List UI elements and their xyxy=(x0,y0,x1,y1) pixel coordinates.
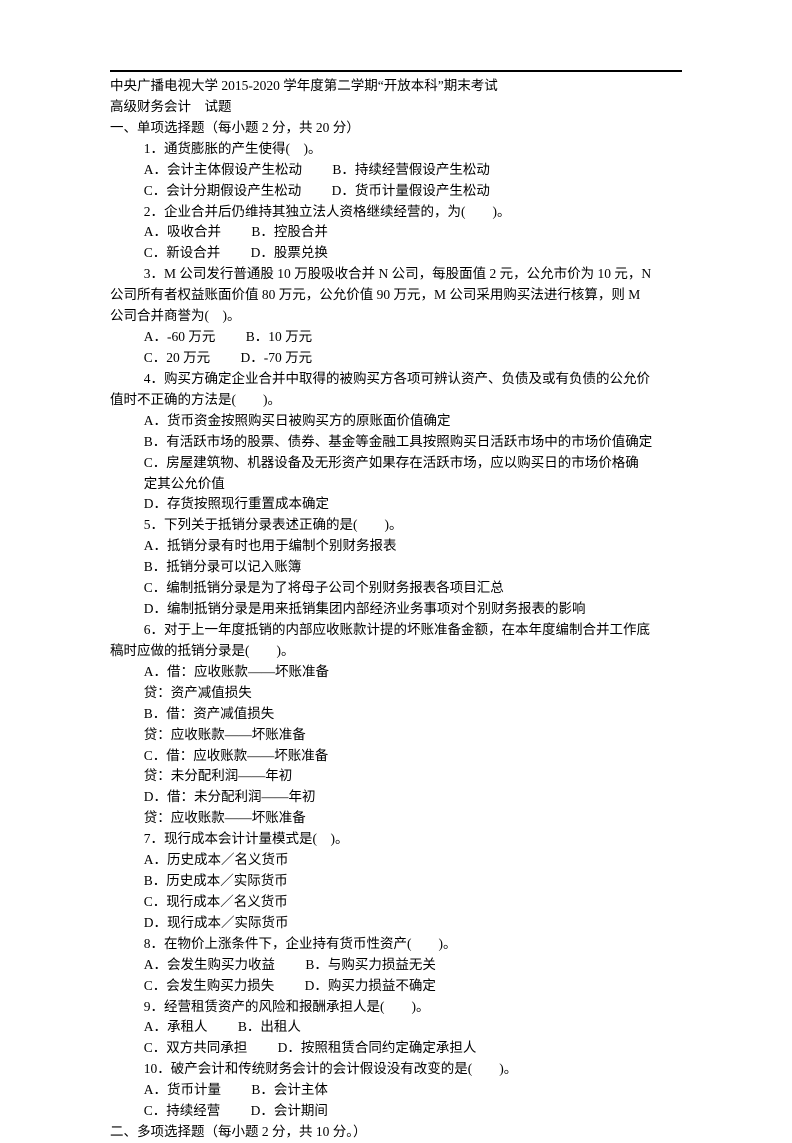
q8-option-d: D．购买力损益不确定 xyxy=(305,976,436,997)
q5-option-c: C．编制抵销分录是为了将母子公司个别财务报表各项目汇总 xyxy=(110,578,682,599)
q3-line3: 公司合并商誉为( )。 xyxy=(110,306,682,327)
q10-option-d: D．会计期间 xyxy=(251,1101,328,1122)
q5-option-a: A．抵销分录有时也用于编制个别财务报表 xyxy=(110,536,682,557)
q1-stem: 1．通货膨胀的产生使得( )。 xyxy=(110,139,682,160)
q6-option-c-line2: 贷：未分配利润——年初 xyxy=(110,766,682,787)
q3-option-a: A．-60 万元 xyxy=(144,327,216,348)
q10-options-row2: C．持续经营 D．会计期间 xyxy=(110,1101,682,1122)
q6-line2: 稿时应做的抵销分录是( )。 xyxy=(110,641,682,662)
q7-option-c: C．现行成本／名义货币 xyxy=(110,892,682,913)
q2-options-row1: A．吸收合并 B．控股合并 xyxy=(110,222,682,243)
q9-stem: 9．经营租赁资产的风险和报酬承担人是( )。 xyxy=(110,997,682,1018)
q2-option-b: B．控股合并 xyxy=(251,222,328,243)
q4-option-a: A．货币资金按照购买日被购买方的原账面价值确定 xyxy=(110,411,682,432)
q6-option-c-line1: C．借：应收账款——坏账准备 xyxy=(110,746,682,767)
q1-option-b: B．持续经营假设产生松动 xyxy=(332,160,490,181)
q3-option-b: B．10 万元 xyxy=(246,327,312,348)
q3-line2: 公司所有者权益账面价值 80 万元，公允价值 90 万元，M 公司采用购买法进行… xyxy=(110,285,682,306)
q9-option-b: B．出租人 xyxy=(238,1017,301,1038)
q2-option-c: C．新设合并 xyxy=(144,243,221,264)
q1-options-row1: A．会计主体假设产生松动 B．持续经营假设产生松动 xyxy=(110,160,682,181)
q8-option-a: A．会发生购买力收益 xyxy=(144,955,275,976)
top-rule xyxy=(110,70,682,72)
exam-header-line1: 中央广播电视大学 2015-2020 学年度第二学期“开放本科”期末考试 xyxy=(110,76,682,97)
q9-option-a: A．承租人 xyxy=(144,1017,208,1038)
q8-option-c: C．会发生购买力损失 xyxy=(144,976,275,997)
section-2-title: 二、多项选择题（每小题 2 分，共 10 分。） xyxy=(110,1122,682,1143)
q6-option-a-line1: A．借：应收账款——坏账准备 xyxy=(110,662,682,683)
q4-option-c-line2: 定其公允价值 xyxy=(110,474,682,495)
q6-option-d-line2: 贷：应收账款——坏账准备 xyxy=(110,808,682,829)
q5-option-b: B．抵销分录可以记入账簿 xyxy=(110,557,682,578)
q2-option-a: A．吸收合并 xyxy=(144,222,221,243)
q1-option-a: A．会计主体假设产生松动 xyxy=(144,160,302,181)
q9-option-c: C．双方共同承担 xyxy=(144,1038,248,1059)
q10-option-a: A．货币计量 xyxy=(144,1080,221,1101)
section-1-title: 一、单项选择题（每小题 2 分，共 20 分） xyxy=(110,118,682,139)
q3-options-row1: A．-60 万元 B．10 万元 xyxy=(110,327,682,348)
q6-option-d-line1: D．借：未分配利润——年初 xyxy=(110,787,682,808)
q4-line1: 4．购买方确定企业合并中取得的被购买方各项可辨认资产、负债及或有负债的公允价 xyxy=(110,369,682,390)
q3-line1: 3．M 公司发行普通股 10 万股吸收合并 N 公司，每股面值 2 元，公允市价… xyxy=(110,264,682,285)
q9-options-row1: A．承租人 B．出租人 xyxy=(110,1017,682,1038)
q9-option-d: D．按照租赁合同约定确定承担人 xyxy=(278,1038,477,1059)
q1-options-row2: C．会计分期假设产生松动 D．货币计量假设产生松动 xyxy=(110,181,682,202)
q6-line1: 6．对于上一年度抵销的内部应收账款计提的坏账准备金额，在本年度编制合并工作底 xyxy=(110,620,682,641)
q7-stem: 7．现行成本会计计量模式是( )。 xyxy=(110,829,682,850)
q3-option-c: C．20 万元 xyxy=(144,348,210,369)
q6-option-a-line2: 贷：资产减值损失 xyxy=(110,683,682,704)
q7-option-d: D．现行成本／实际货币 xyxy=(110,913,682,934)
q6-option-b-line1: B．借：资产减值损失 xyxy=(110,704,682,725)
q2-option-d: D．股票兑换 xyxy=(251,243,328,264)
q4-option-c-line1: C．房屋建筑物、机器设备及无形资产如果存在活跃市场，应以购买日的市场价格确 xyxy=(110,453,682,474)
q10-option-b: B．会计主体 xyxy=(251,1080,328,1101)
q1-option-c: C．会计分期假设产生松动 xyxy=(144,181,302,202)
q2-options-row2: C．新设合并 D．股票兑换 xyxy=(110,243,682,264)
q6-option-b-line2: 贷：应收账款——坏账准备 xyxy=(110,725,682,746)
q10-options-row1: A．货币计量 B．会计主体 xyxy=(110,1080,682,1101)
q9-options-row2: C．双方共同承担 D．按照租赁合同约定确定承担人 xyxy=(110,1038,682,1059)
q8-options-row2: C．会发生购买力损失 D．购买力损益不确定 xyxy=(110,976,682,997)
q3-options-row2: C．20 万元 D．-70 万元 xyxy=(110,348,682,369)
q8-stem: 8．在物价上涨条件下，企业持有货币性资产( )。 xyxy=(110,934,682,955)
q5-option-d: D．编制抵销分录是用来抵销集团内部经济业务事项对个别财务报表的影响 xyxy=(110,599,682,620)
q4-option-d: D．存货按照现行重置成本确定 xyxy=(110,494,682,515)
exam-header-line2: 高级财务会计 试题 xyxy=(110,97,682,118)
q2-stem: 2．企业合并后仍维持其独立法人资格继续经营的，为( )。 xyxy=(110,202,682,223)
q7-option-b: B．历史成本／实际货币 xyxy=(110,871,682,892)
q5-stem: 5．下列关于抵销分录表述正确的是( )。 xyxy=(110,515,682,536)
q8-option-b: B．与购买力损益无关 xyxy=(305,955,436,976)
q4-line2: 值时不正确的方法是( )。 xyxy=(110,390,682,411)
q10-option-c: C．持续经营 xyxy=(144,1101,221,1122)
q7-option-a: A．历史成本／名义货币 xyxy=(110,850,682,871)
exam-page: 中央广播电视大学 2015-2020 学年度第二学期“开放本科”期末考试 高级财… xyxy=(0,0,792,1120)
q10-stem: 10．破产会计和传统财务会计的会计假设没有改变的是( )。 xyxy=(110,1059,682,1080)
q8-options-row1: A．会发生购买力收益 B．与购买力损益无关 xyxy=(110,955,682,976)
q3-option-d: D．-70 万元 xyxy=(241,348,313,369)
q1-option-d: D．货币计量假设产生松动 xyxy=(332,181,490,202)
q4-option-b: B．有活跃市场的股票、债券、基金等金融工具按照购买日活跃市场中的市场价值确定 xyxy=(110,432,682,453)
